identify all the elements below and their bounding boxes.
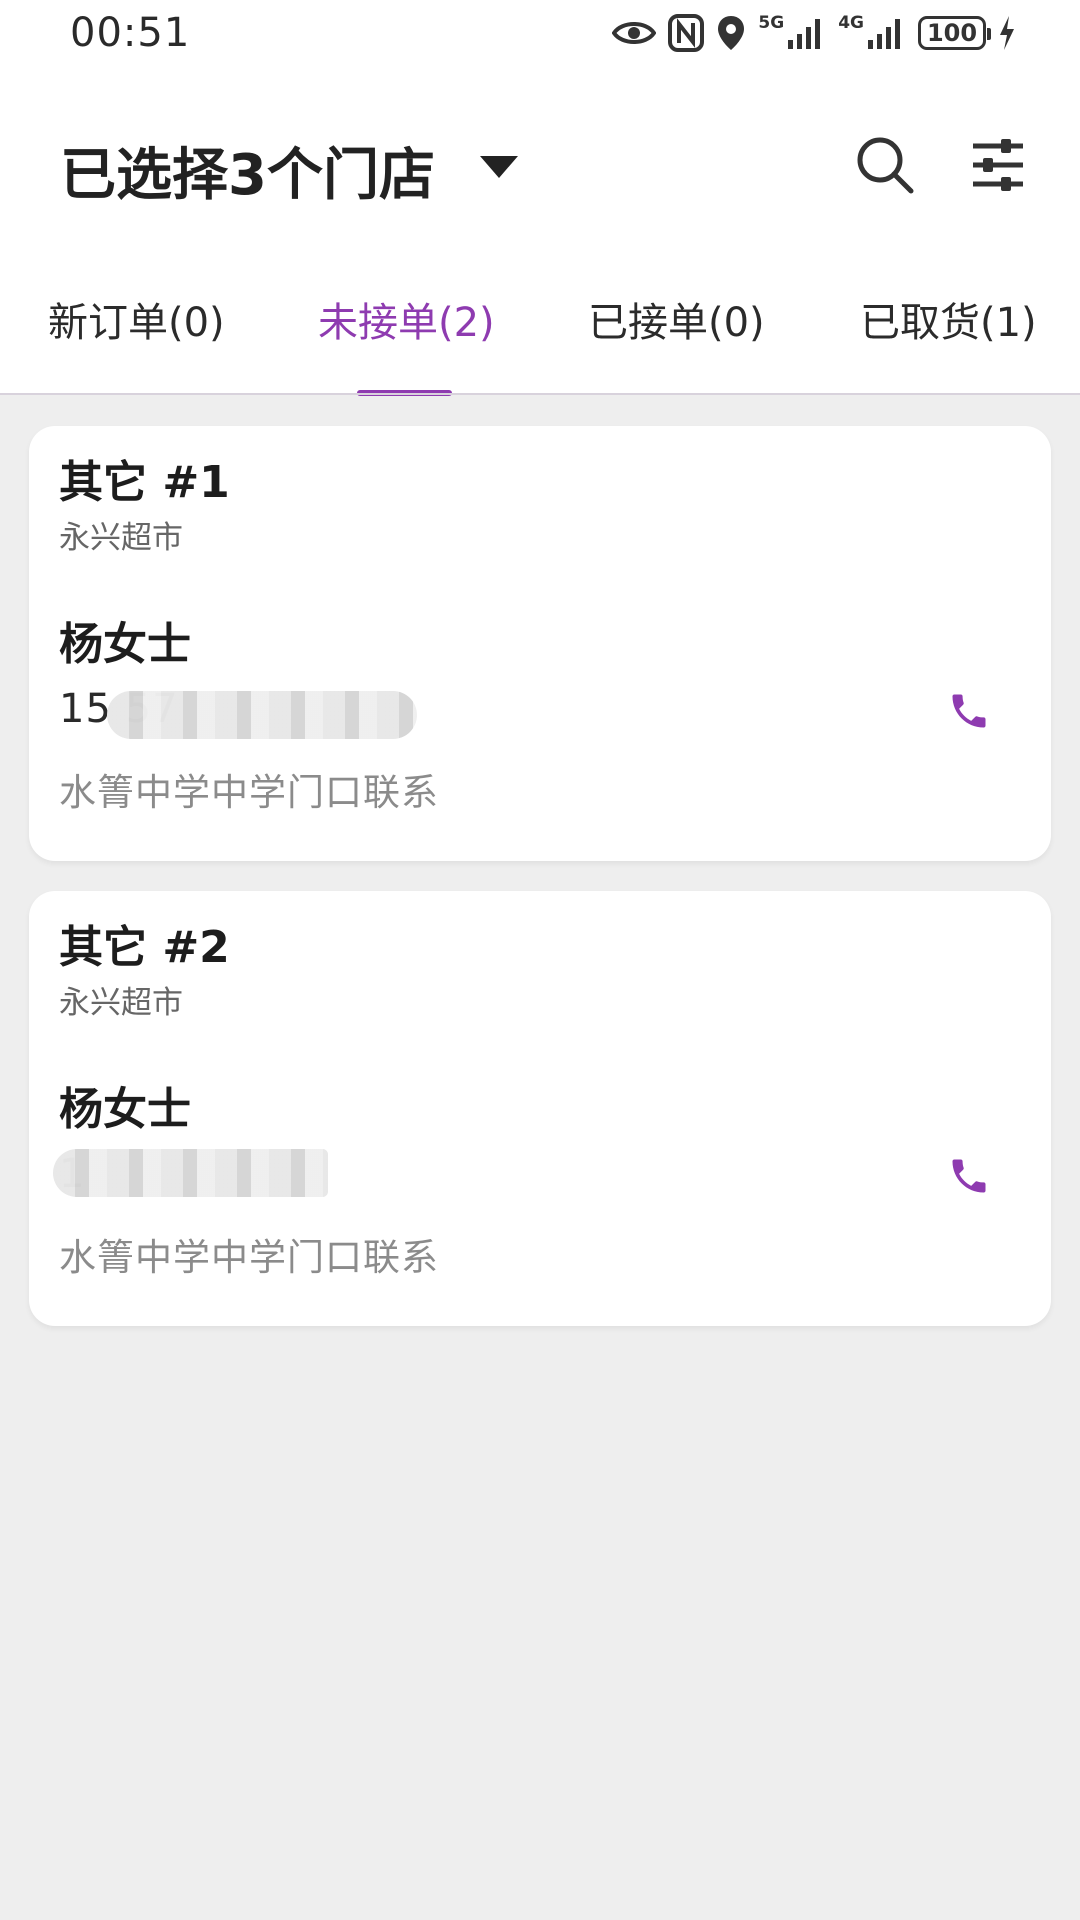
app-header: 已选择3个门店 (0, 110, 1080, 220)
battery-icon: 100 (918, 16, 991, 50)
delivery-address: 水箐中学中学门口联系 (59, 1236, 439, 1279)
nfc-icon (668, 14, 705, 52)
search-button[interactable] (850, 130, 920, 200)
order-store-name: 永兴超市 (59, 985, 183, 1021)
order-card[interactable]: 其它 #2 永兴超市 杨女士 1 水箐中学中学门口联系 (29, 891, 1051, 1326)
signal-icon: 5G (758, 13, 826, 51)
location-icon (716, 14, 746, 52)
tab-unaccepted-orders[interactable]: 未接单(2) (318, 290, 495, 350)
tab-accepted-orders[interactable]: 已接单(0) (588, 290, 765, 350)
customer-name: 杨女士 (59, 1084, 191, 1135)
signal-icon: 4G (838, 13, 906, 51)
call-customer-button[interactable] (939, 1146, 999, 1206)
status-icons: 5G 4G 100 (612, 10, 1016, 56)
customer-name: 杨女士 (59, 619, 191, 670)
status-time: 00:51 (70, 10, 191, 56)
dropdown-arrow-icon[interactable] (478, 150, 520, 182)
filter-button[interactable] (963, 130, 1033, 200)
order-card[interactable]: 其它 #1 永兴超市 杨女士 15 57 水箐中学中学门口联系 (29, 426, 1051, 861)
search-icon (857, 137, 914, 194)
order-title: 其它 #2 (59, 922, 230, 973)
charging-icon (998, 15, 1016, 51)
order-status-tabs: 新订单(0) 未接单(2) 已接单(0) 已取货(1) (0, 270, 1080, 396)
store-selector-title[interactable]: 已选择3个门店 (60, 130, 435, 211)
phone-icon (952, 1159, 986, 1193)
tab-new-orders[interactable]: 新订单(0) (48, 290, 225, 350)
phone-redaction-mask (53, 1149, 328, 1197)
tab-picked-up-orders[interactable]: 已取货(1) (860, 290, 1037, 350)
phone-redaction-mask (107, 691, 417, 739)
phone-icon (952, 694, 986, 728)
top-app-area: 00:51 5G 4G 100 已选择3个门店 新订单(0) 未接单(2) 已接… (0, 0, 1080, 396)
delivery-address: 水箐中学中学门口联系 (59, 771, 439, 814)
status-bar: 00:51 5G 4G 100 (0, 0, 1080, 70)
call-customer-button[interactable] (939, 681, 999, 741)
eye-icon (612, 18, 657, 48)
tabs-divider (0, 393, 1080, 395)
order-title: 其它 #1 (59, 457, 230, 508)
order-store-name: 永兴超市 (59, 520, 183, 556)
filter-icon (973, 139, 1023, 191)
battery-level: 100 (926, 19, 978, 47)
